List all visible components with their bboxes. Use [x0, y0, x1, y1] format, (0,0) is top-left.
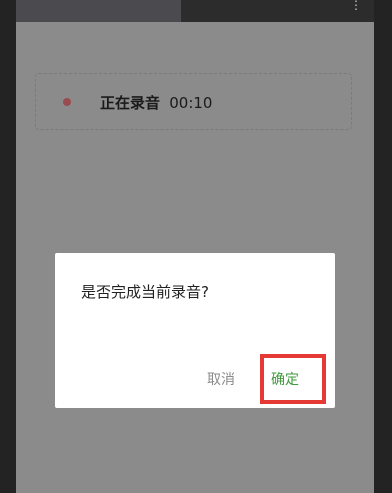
dialog-message: 是否完成当前录音? [81, 283, 209, 301]
phone-frame: ⋮ 正在录音 00:10 是否完成当前录音? 取消 确定 [0, 0, 392, 493]
more-vert-icon[interactable]: ⋮ [350, 0, 362, 18]
confirm-button[interactable]: 确定 [271, 369, 299, 389]
record-dot-icon [63, 98, 71, 106]
top-tab[interactable] [16, 0, 181, 22]
top-bar: ⋮ [16, 0, 374, 22]
cancel-button[interactable]: 取消 [207, 369, 235, 389]
app-screen: ⋮ 正在录音 00:10 是否完成当前录音? 取消 确定 [16, 0, 374, 493]
recording-card: 正在录音 00:10 [35, 73, 352, 130]
recording-time: 00:10 [169, 94, 213, 112]
recording-status: 正在录音 00:10 [100, 92, 212, 113]
recording-status-label: 正在录音 [100, 94, 161, 112]
confirm-dialog: 是否完成当前录音? 取消 确定 [55, 253, 335, 408]
